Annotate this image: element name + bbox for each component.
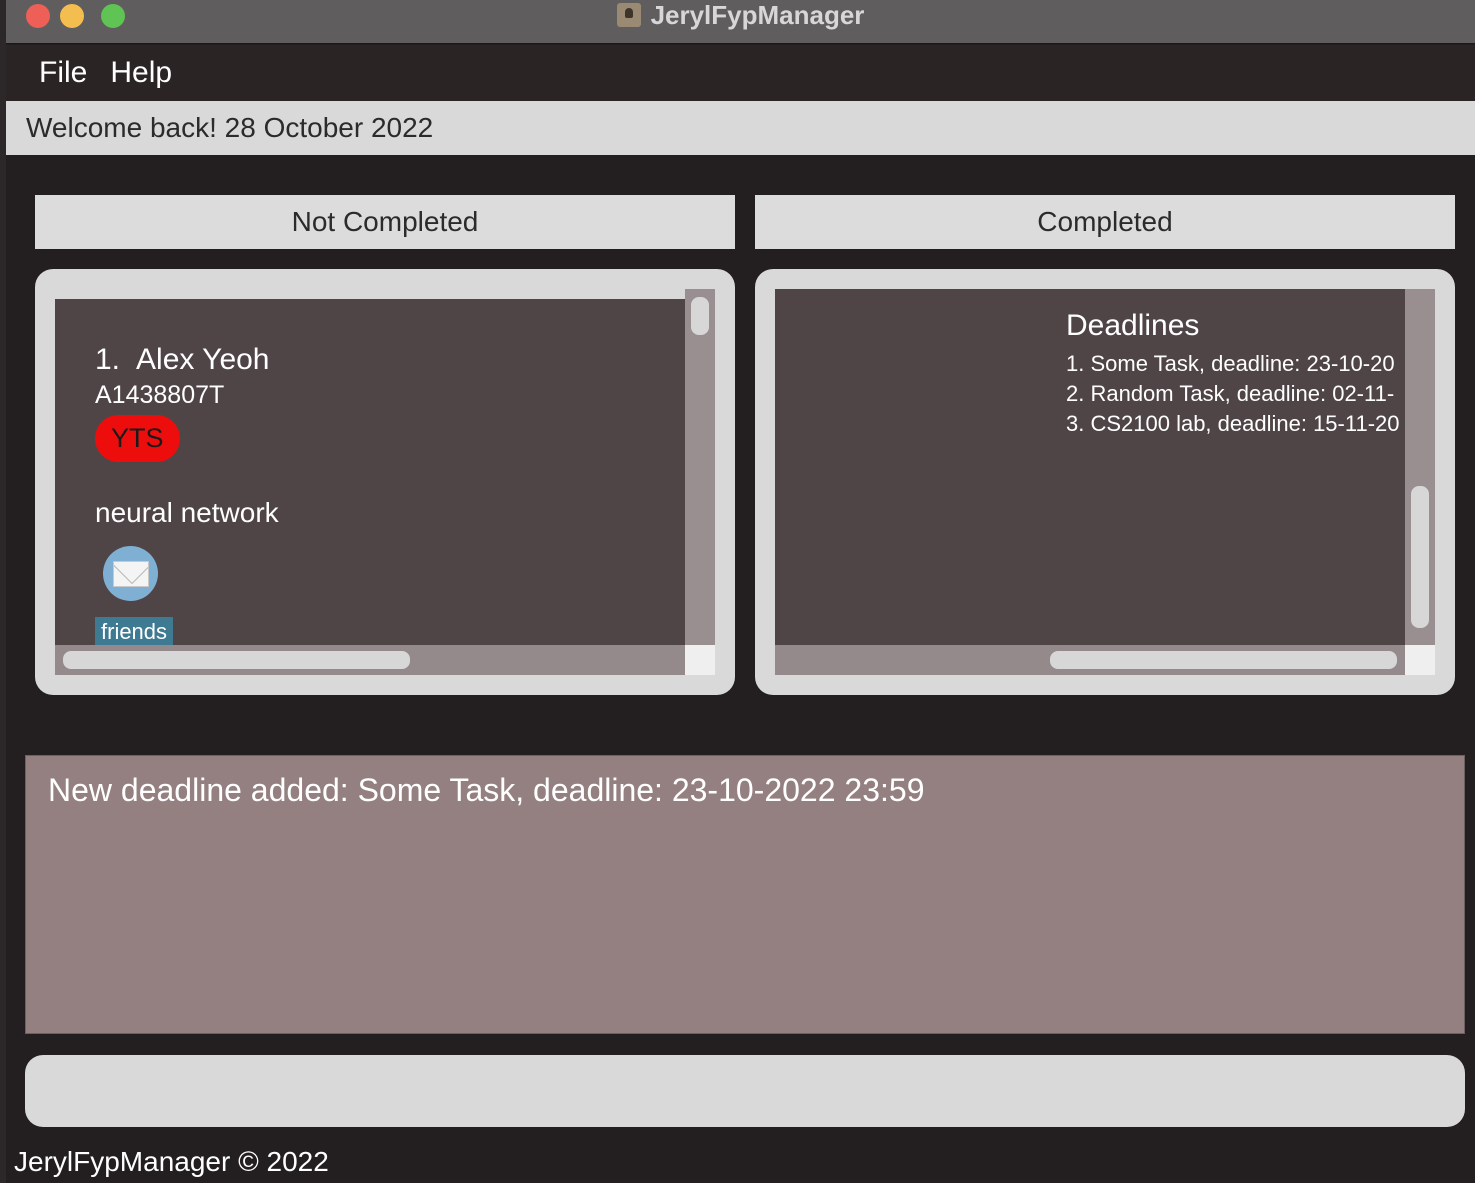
- horizontal-scroll-thumb[interactable]: [63, 651, 410, 669]
- menu-file[interactable]: File: [6, 56, 105, 90]
- person-name: 1. Alex Yeoh: [95, 343, 270, 377]
- not-completed-list[interactable]: 1. Alex Yeoh A1438807T YTS neural network…: [55, 299, 685, 645]
- window-title-text: JerylFypManager: [650, 0, 865, 30]
- horizontal-scroll-thumb[interactable]: [1050, 651, 1397, 669]
- command-input[interactable]: [25, 1055, 1465, 1127]
- window-left-edge: [0, 0, 6, 1183]
- envelope-icon: [112, 560, 149, 587]
- vertical-scrollbar[interactable]: [1405, 289, 1435, 645]
- app-icon: [616, 3, 641, 27]
- project-name: neural network: [95, 497, 279, 528]
- deadline-item: 3. CS2100 lab, deadline: 15-11-20: [1066, 411, 1400, 436]
- deadline-item: 1. Some Task, deadline: 23-10-20: [1066, 351, 1395, 376]
- scroll-corner: [685, 645, 715, 675]
- window-title: JerylFypManager: [6, 0, 1475, 30]
- horizontal-scrollbar[interactable]: [55, 645, 685, 675]
- completed-list[interactable]: Deadlines 1. Some Task, deadline: 23-10-…: [775, 289, 1405, 645]
- vertical-scroll-thumb[interactable]: [691, 297, 709, 335]
- status-badge: YTS: [95, 415, 180, 462]
- student-id: A1438807T: [95, 381, 225, 409]
- completed-panel: Deadlines 1. Some Task, deadline: 23-10-…: [755, 269, 1455, 695]
- vertical-scroll-thumb[interactable]: [1411, 486, 1429, 628]
- person-index: 1.: [95, 343, 121, 376]
- status-bar: JerylFypManager © 2022: [14, 1146, 329, 1177]
- result-message: New deadline added: Some Task, deadline:…: [48, 772, 925, 808]
- deadlines-section: Deadlines 1. Some Task, deadline: 23-10-…: [1066, 309, 1400, 439]
- person-name-text: Alex Yeoh: [136, 343, 270, 376]
- welcome-banner: Welcome back! 28 October 2022: [6, 101, 1475, 155]
- menu-help[interactable]: Help: [105, 56, 190, 90]
- menu-bar: File Help: [6, 45, 1475, 101]
- horizontal-scrollbar[interactable]: [775, 645, 1405, 675]
- email-button[interactable]: [103, 546, 158, 601]
- tag-label: friends: [95, 617, 174, 645]
- completed-header: Completed: [755, 195, 1455, 249]
- scroll-corner: [1405, 645, 1435, 675]
- not-completed-header: Not Completed: [35, 195, 735, 249]
- deadline-item: 2. Random Task, deadline: 02-11-: [1066, 381, 1395, 406]
- not-completed-panel: 1. Alex Yeoh A1438807T YTS neural network…: [35, 269, 735, 695]
- title-bar: JerylFypManager: [6, 0, 1475, 44]
- vertical-scrollbar[interactable]: [685, 289, 715, 645]
- deadlines-title: Deadlines: [1066, 309, 1200, 342]
- result-display: New deadline added: Some Task, deadline:…: [25, 755, 1465, 1034]
